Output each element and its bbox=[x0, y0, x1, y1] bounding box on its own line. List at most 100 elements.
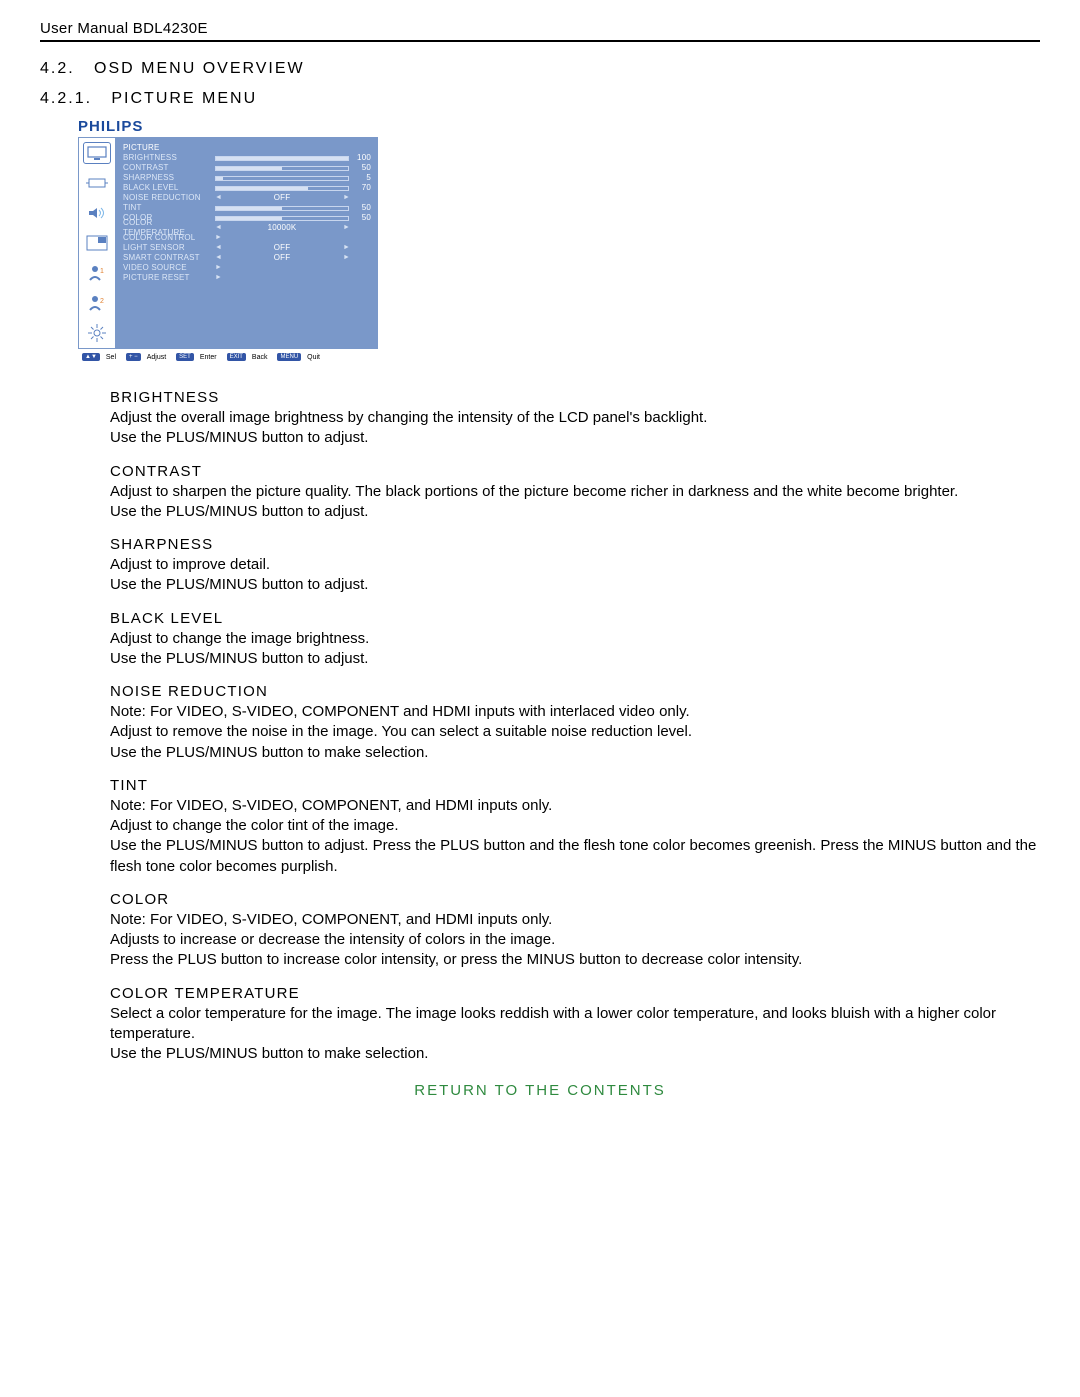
description-block: NOISE REDUCTION Note: For VIDEO, S-VIDEO,… bbox=[110, 683, 1040, 763]
nav-updown-badge: ▲▼ bbox=[82, 353, 100, 361]
description-title: BRIGHTNESS bbox=[110, 389, 1040, 406]
osd-row: CONTRAST50 bbox=[121, 163, 371, 173]
sel-label: Sel bbox=[106, 354, 116, 361]
menu-badge: MENU bbox=[277, 353, 301, 361]
description-line: Note: For VIDEO, S-VIDEO, COMPONENT, and… bbox=[110, 910, 1040, 930]
osd-row: COLOR TEMPERATURE◄10000K► bbox=[121, 223, 371, 233]
osd-panel: 1 2 PICTURE BRIGHTNESS100CONTRAST50SHARP… bbox=[78, 137, 378, 349]
osd-row-value: 50 bbox=[215, 213, 371, 223]
description-line: Adjust to change the image brightness. bbox=[110, 629, 1040, 649]
svg-text:1: 1 bbox=[100, 268, 104, 275]
config1-tab-icon: 1 bbox=[83, 262, 111, 284]
osd-row: PICTURE RESET► bbox=[121, 273, 371, 283]
osd-row-value: 50 bbox=[215, 203, 371, 213]
description-line: Use the PLUS/MINUS button to adjust. bbox=[110, 575, 1040, 595]
osd-row: TINT50 bbox=[121, 203, 371, 213]
osd-row: VIDEO SOURCE► bbox=[121, 263, 371, 273]
osd-row: COLOR CONTROL► bbox=[121, 233, 371, 243]
description-title: COLOR TEMPERATURE bbox=[110, 985, 1040, 1002]
osd-row-label: CONTRAST bbox=[121, 163, 215, 173]
osd-row-value: 70 bbox=[215, 183, 371, 193]
description-line: Adjusts to increase or decrease the inte… bbox=[110, 930, 1040, 950]
adjust-label: Adjust bbox=[147, 354, 166, 361]
osd-screenshot: PHILIPS 1 2 PICT bbox=[78, 118, 1040, 365]
subsection-number: 4.2.1. bbox=[40, 90, 92, 107]
osd-row-label: TINT bbox=[121, 203, 215, 213]
description-block: SHARPNESS Adjust to improve detail.Use th… bbox=[110, 536, 1040, 596]
svg-text:2: 2 bbox=[100, 298, 104, 305]
config2-tab-icon: 2 bbox=[83, 292, 111, 314]
description-line: Adjust the overall image brightness by c… bbox=[110, 408, 1040, 428]
osd-row: BRIGHTNESS100 bbox=[121, 153, 371, 163]
picture-tab-icon bbox=[83, 142, 111, 164]
section-heading: 4.2. OSD MENU OVERVIEW bbox=[40, 56, 1040, 88]
osd-row-value: 50 bbox=[215, 163, 371, 173]
nav-plusminus-badge: + − bbox=[126, 353, 141, 361]
description-line: Note: For VIDEO, S-VIDEO, COMPONENT and … bbox=[110, 702, 1040, 722]
page-header: User Manual BDL4230E bbox=[40, 20, 1040, 42]
brand-logo: PHILIPS bbox=[78, 118, 1040, 135]
osd-row-label: LIGHT SENSOR bbox=[121, 243, 215, 253]
osd-row-value: ◄OFF► bbox=[215, 193, 371, 203]
section-number: 4.2. bbox=[40, 60, 75, 77]
quit-label: Quit bbox=[307, 354, 320, 361]
description-line: Adjust to change the color tint of the i… bbox=[110, 816, 1040, 836]
description-block: COLOR Note: For VIDEO, S-VIDEO, COMPONENT… bbox=[110, 891, 1040, 971]
osd-row-value: ► bbox=[215, 273, 371, 283]
description-line: Press the PLUS button to increase color … bbox=[110, 950, 1040, 970]
section-title: OSD MENU OVERVIEW bbox=[94, 60, 305, 77]
osd-row: SHARPNESS5 bbox=[121, 173, 371, 183]
description-line: Use the PLUS/MINUS button to make select… bbox=[110, 743, 1040, 763]
subsection-title: PICTURE MENU bbox=[111, 90, 257, 107]
exit-badge: EXIT bbox=[227, 353, 246, 361]
description-title: BLACK LEVEL bbox=[110, 610, 1040, 627]
osd-row-label: BLACK LEVEL bbox=[121, 183, 215, 193]
description-line: Adjust to improve detail. bbox=[110, 555, 1040, 575]
description-title: CONTRAST bbox=[110, 463, 1040, 480]
osd-row-value: ► bbox=[215, 263, 371, 273]
description-title: TINT bbox=[110, 777, 1040, 794]
subsection-heading: 4.2.1. PICTURE MENU bbox=[40, 88, 1040, 118]
osd-row: LIGHT SENSOR◄OFF► bbox=[121, 243, 371, 253]
return-to-contents-link[interactable]: RETURN TO THE CONTENTS bbox=[40, 1082, 1040, 1099]
description-block: BRIGHTNESS Adjust the overall image brigh… bbox=[110, 389, 1040, 449]
description-block: COLOR TEMPERATURE Select a color temperat… bbox=[110, 985, 1040, 1065]
osd-row-label: PICTURE RESET bbox=[121, 273, 215, 283]
osd-row: BLACK LEVEL70 bbox=[121, 183, 371, 193]
description-line: Use the PLUS/MINUS button to adjust. bbox=[110, 649, 1040, 669]
set-badge: SET bbox=[176, 353, 194, 361]
osd-row-value: ◄OFF► bbox=[215, 253, 371, 263]
description-title: NOISE REDUCTION bbox=[110, 683, 1040, 700]
osd-row-value: 5 bbox=[215, 173, 371, 183]
audio-tab-icon bbox=[83, 202, 111, 224]
advanced-tab-icon bbox=[83, 322, 111, 344]
description-line: Note: For VIDEO, S-VIDEO, COMPONENT, and… bbox=[110, 796, 1040, 816]
description-line: Adjust to remove the noise in the image.… bbox=[110, 722, 1040, 742]
enter-label: Enter bbox=[200, 354, 217, 361]
screen-tab-icon bbox=[83, 172, 111, 194]
description-title: COLOR bbox=[110, 891, 1040, 908]
description-title: SHARPNESS bbox=[110, 536, 1040, 553]
back-label: Back bbox=[252, 354, 268, 361]
osd-row-value: ◄OFF► bbox=[215, 243, 371, 253]
osd-menu-area: PICTURE BRIGHTNESS100CONTRAST50SHARPNESS… bbox=[115, 138, 377, 348]
osd-footer: ▲▼ Sel + − Adjust SET Enter EXIT Back ME… bbox=[78, 349, 378, 365]
osd-row-label: NOISE REDUCTION bbox=[121, 193, 215, 203]
osd-row-label: VIDEO SOURCE bbox=[121, 263, 215, 273]
description-line: Use the PLUS/MINUS button to adjust. Pre… bbox=[110, 836, 1040, 877]
osd-menu-title: PICTURE bbox=[121, 142, 371, 153]
osd-row-label: SHARPNESS bbox=[121, 173, 215, 183]
pip-tab-icon bbox=[83, 232, 111, 254]
description-line: Use the PLUS/MINUS button to adjust. bbox=[110, 428, 1040, 448]
description-block: TINT Note: For VIDEO, S-VIDEO, COMPONENT,… bbox=[110, 777, 1040, 877]
osd-row-label: COLOR CONTROL bbox=[121, 233, 215, 243]
osd-row: SMART CONTRAST◄OFF► bbox=[121, 253, 371, 263]
osd-row-value: 100 bbox=[215, 153, 371, 163]
description-line: Use the PLUS/MINUS button to make select… bbox=[110, 1044, 1040, 1064]
osd-row: NOISE REDUCTION◄OFF► bbox=[121, 193, 371, 203]
description-line: Select a color temperature for the image… bbox=[110, 1004, 1040, 1045]
osd-sidebar: 1 2 bbox=[79, 138, 115, 348]
description-block: CONTRASTAdjust to sharpen the picture qu… bbox=[110, 463, 1040, 523]
description-line: Use the PLUS/MINUS button to adjust. bbox=[110, 502, 1040, 522]
description-block: BLACK LEVEL Adjust to change the image br… bbox=[110, 610, 1040, 670]
